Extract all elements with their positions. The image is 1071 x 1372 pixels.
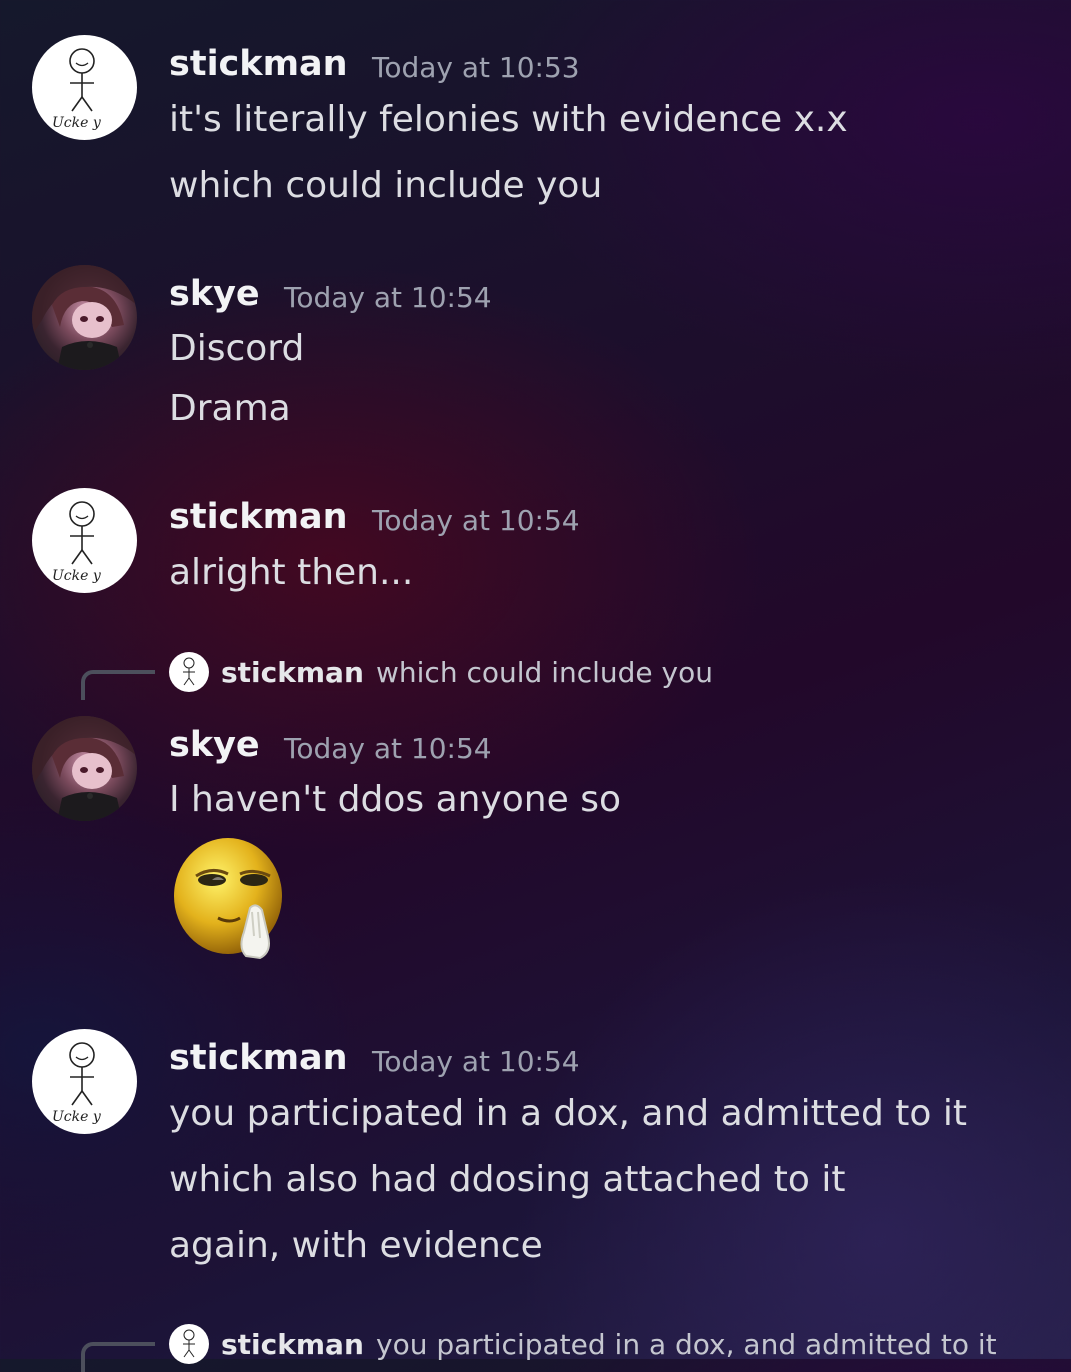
message-text: which also had ddosing attached to it	[169, 1159, 846, 1200]
message-text: Drama	[169, 388, 291, 429]
message-text: I haven't ddos anyone so	[169, 779, 621, 820]
avatar[interactable]	[32, 716, 137, 821]
reply-username[interactable]: stickman	[221, 1328, 364, 1361]
timestamp: Today at 10:54	[372, 1045, 580, 1078]
message-text: you participated in a dox, and admitted …	[169, 1093, 967, 1134]
avatar[interactable]	[32, 265, 137, 370]
username[interactable]: stickman	[169, 497, 348, 537]
timestamp: Today at 10:54	[284, 281, 492, 314]
message-text: it's literally felonies with evidence x.…	[169, 99, 848, 140]
reply-avatar[interactable]	[169, 1324, 209, 1364]
reply-connector	[81, 670, 155, 700]
reply-connector	[81, 1342, 155, 1372]
username[interactable]: skye	[169, 274, 260, 314]
svg-text:Ucke y: Ucke y	[52, 568, 102, 584]
timestamp: Today at 10:53	[372, 51, 580, 84]
thinking-smug-emoji[interactable]	[172, 836, 292, 966]
reply-preview-text[interactable]: which could include you	[376, 656, 713, 689]
svg-text:Ucke y: Ucke y	[52, 1109, 102, 1125]
message-text: alright then...	[169, 552, 414, 593]
avatar[interactable]: Ucke y	[32, 35, 137, 140]
svg-text:Ucke y: Ucke y	[52, 115, 102, 131]
message-text: which could include you	[169, 165, 603, 206]
username[interactable]: stickman	[169, 44, 348, 84]
avatar[interactable]: Ucke y	[32, 488, 137, 593]
avatar[interactable]: Ucke y	[32, 1029, 137, 1134]
reply-avatar[interactable]	[169, 652, 209, 692]
reply-username[interactable]: stickman	[221, 656, 364, 689]
reply-preview-text[interactable]: you participated in a dox, and admitted …	[376, 1328, 997, 1361]
timestamp: Today at 10:54	[372, 504, 580, 537]
username[interactable]: skye	[169, 725, 260, 765]
timestamp: Today at 10:54	[284, 732, 492, 765]
message-text: Discord	[169, 328, 305, 369]
username[interactable]: stickman	[169, 1038, 348, 1078]
message-text: again, with evidence	[169, 1225, 543, 1266]
